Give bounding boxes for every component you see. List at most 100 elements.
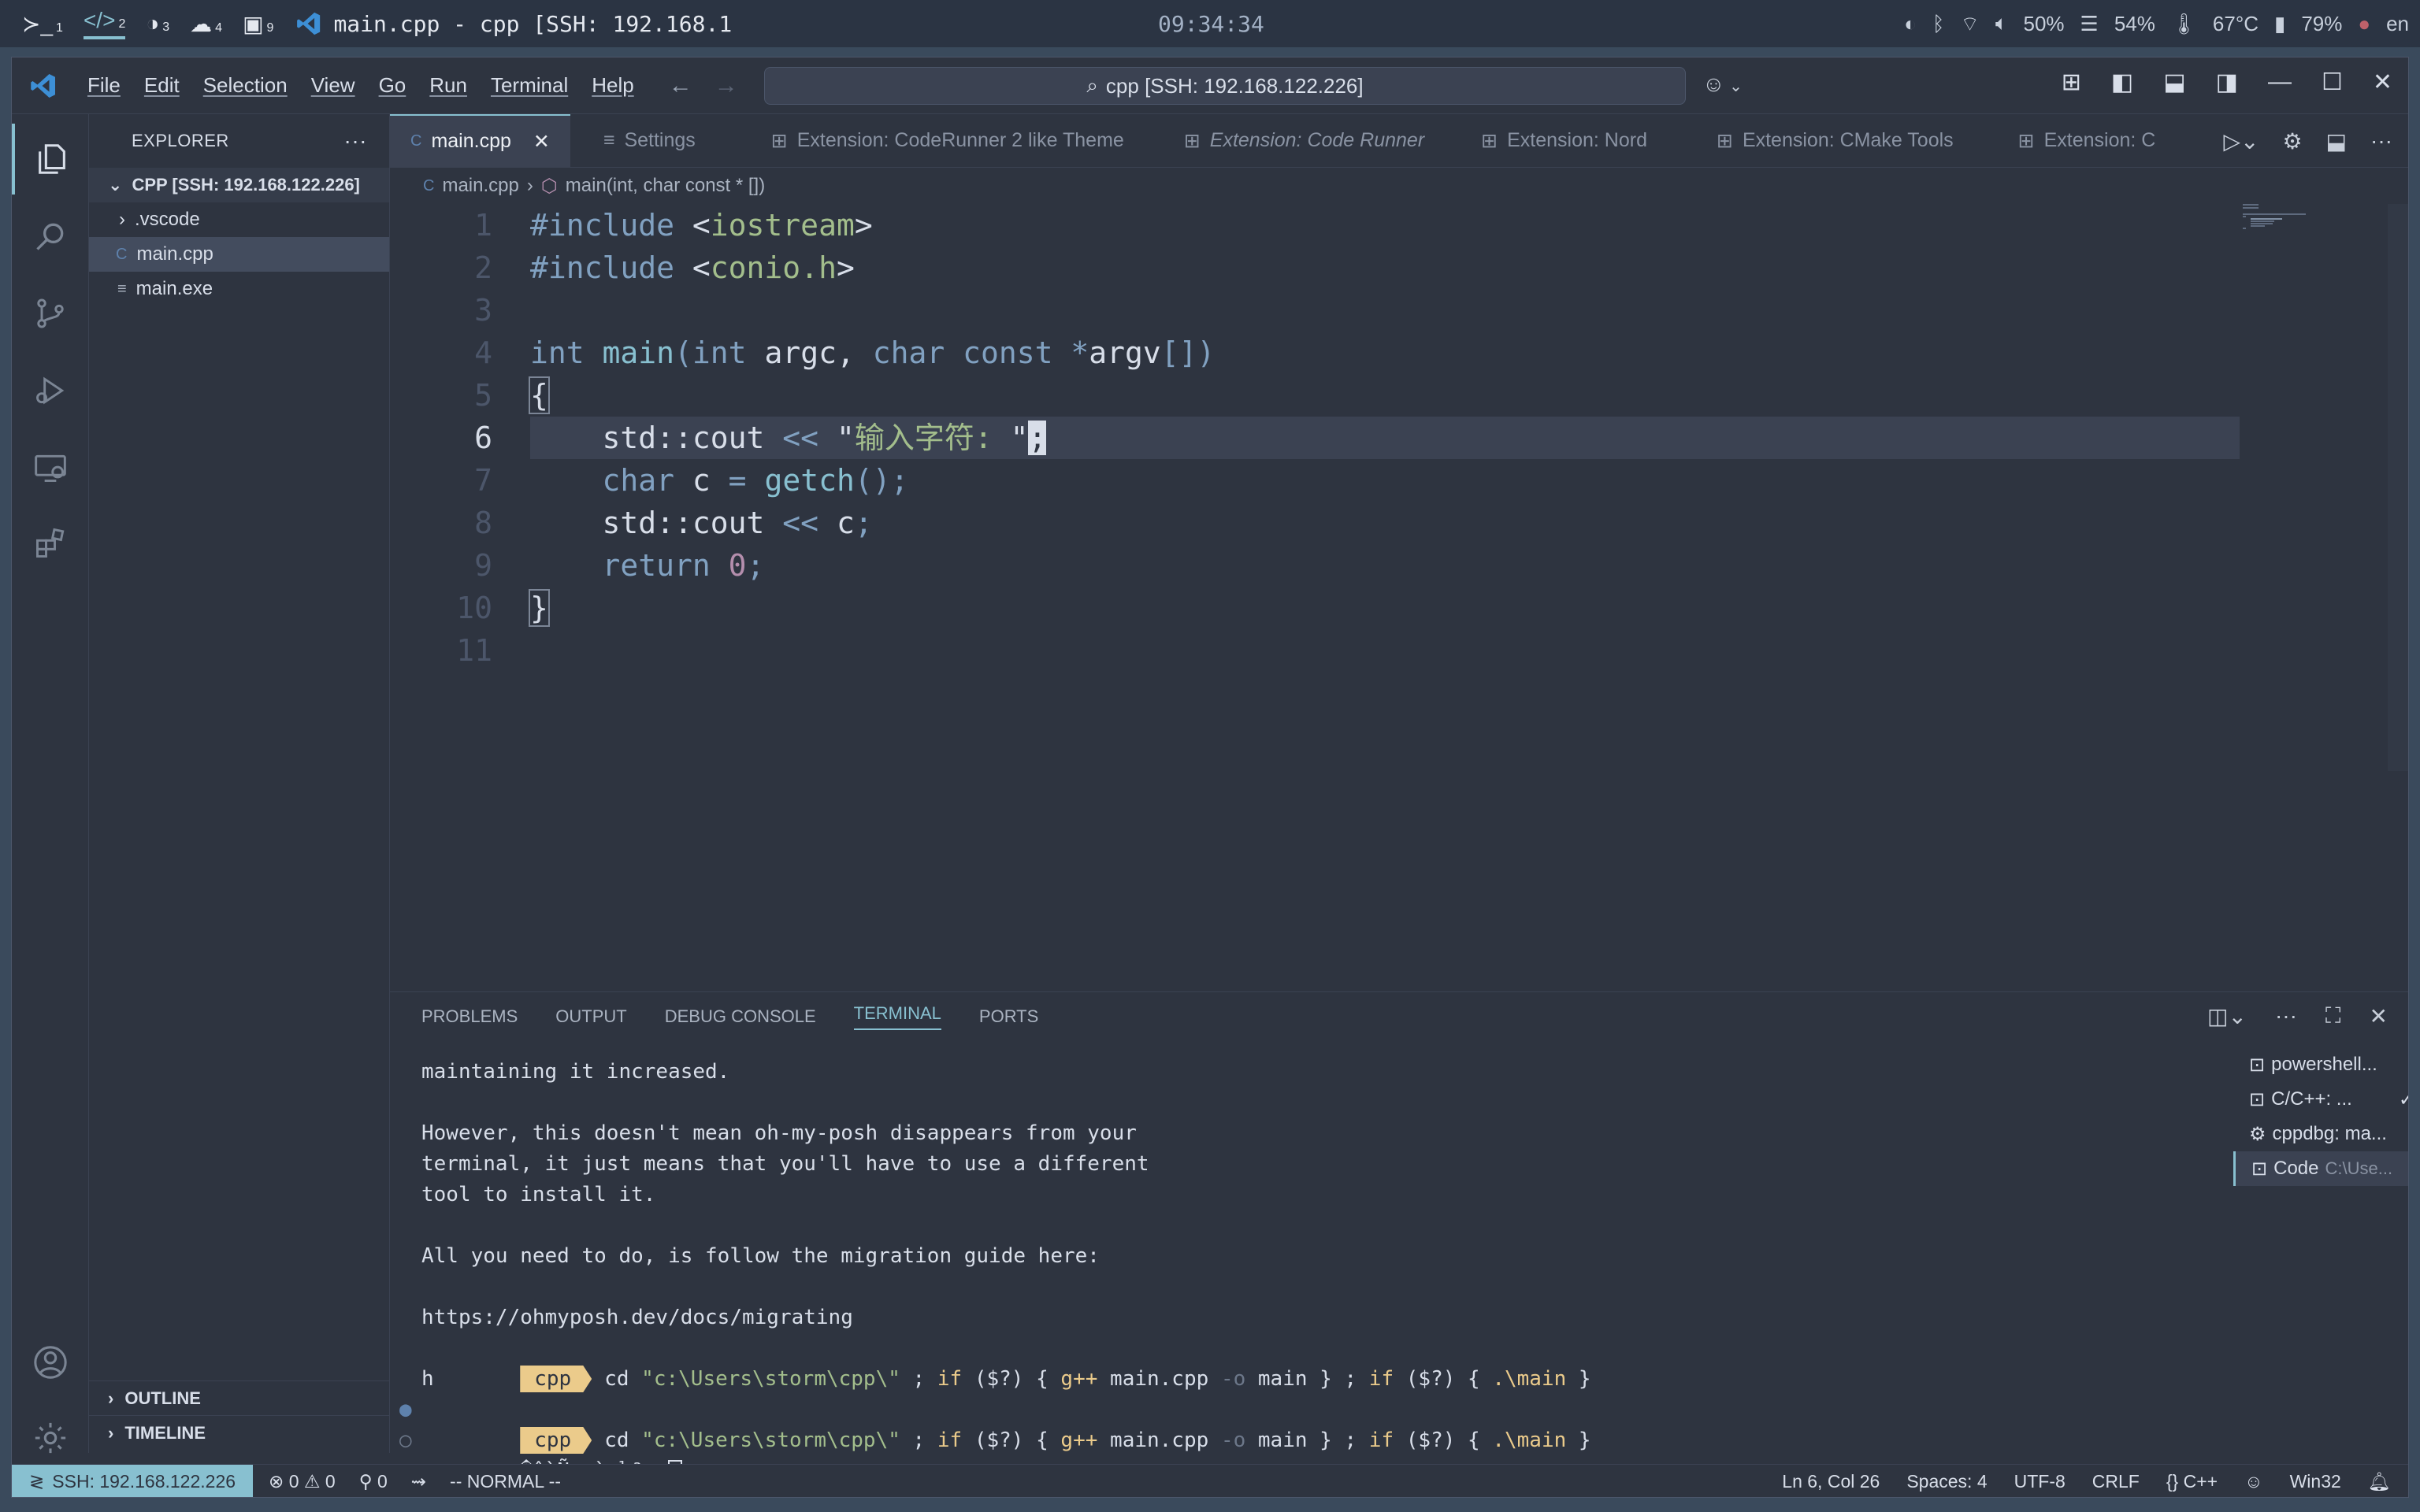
close-window-icon[interactable]: ✕ xyxy=(2373,69,2392,96)
tree-item-main-cpp[interactable]: C main.cpp xyxy=(89,237,389,272)
menu-view[interactable]: View xyxy=(311,73,355,98)
code-line[interactable]: std::cout << "输入字符: "; xyxy=(530,417,1047,459)
code-line[interactable]: #include <conio.h> xyxy=(530,246,855,289)
minimap[interactable] xyxy=(2243,204,2345,251)
wifi-icon[interactable]: ⌔ xyxy=(1960,11,1979,37)
tab-extension-coderunner-theme[interactable]: ⊞ Extension: CodeRunner 2 like Theme xyxy=(716,114,1145,167)
menu-run[interactable]: Run xyxy=(429,73,467,98)
tab-terminal[interactable]: TERMINAL xyxy=(853,1003,941,1030)
accounts-icon[interactable] xyxy=(12,1327,89,1398)
tab-extension-cmake-tools[interactable]: ⊞ Extension: CMake Tools xyxy=(1668,114,1974,167)
code-line[interactable]: } xyxy=(529,587,550,629)
bell-icon[interactable]: 🔔︎ xyxy=(2368,1471,2391,1492)
outline-section[interactable]: › OUTLINE xyxy=(89,1380,389,1415)
explorer-icon[interactable] xyxy=(12,124,89,195)
toggle-sidebar-icon[interactable]: ◧ xyxy=(2111,69,2133,96)
maximize-icon[interactable]: ☐ xyxy=(2322,69,2343,96)
code-token: c xyxy=(836,506,855,540)
problems-indicator[interactable]: ⊗ 0 ⚠ 0 xyxy=(269,1471,336,1492)
copilot-button[interactable]: ☺ ⌄ xyxy=(1702,72,1743,97)
close-icon[interactable]: ✕ xyxy=(533,130,550,154)
remote-indicator[interactable]: ≷ SSH: 192.168.122.226 xyxy=(12,1464,254,1497)
menu-file[interactable]: File xyxy=(87,73,121,98)
code-line[interactable]: { xyxy=(529,374,550,417)
editor-scrollbar[interactable] xyxy=(2388,204,2408,771)
close-panel-icon[interactable]: ✕ xyxy=(2370,1003,2388,1029)
line-ending[interactable]: CRLF xyxy=(2092,1471,2140,1492)
run-icon[interactable]: ⇝ xyxy=(411,1471,426,1492)
cursor-position[interactable]: Ln 6, Col 26 xyxy=(1782,1471,1880,1492)
breadcrumb-symbol[interactable]: main(int, char const * []) xyxy=(566,175,765,197)
code-editor[interactable]: 1 2 3 4 5 6 7 8 9 10 11 #include <iostream> #include… xyxy=(390,204,2375,676)
terminal-item-powershell[interactable]: ⊡ powershell... xyxy=(2233,1047,2408,1082)
workspace-root-folder[interactable]: ⌄ CPP [SSH: 192.168.122.226] xyxy=(89,168,389,202)
terminal-output[interactable]: maintaining it increased. However, this … xyxy=(399,1057,2265,1484)
tab-ports[interactable]: PORTS xyxy=(979,1006,1038,1027)
terminal-item-code[interactable]: ⊡ Code C:\Use... xyxy=(2233,1151,2408,1186)
language-indicator[interactable]: en xyxy=(2386,12,2409,36)
more-actions-icon[interactable]: ··· xyxy=(2275,1003,2297,1029)
source-control-icon[interactable] xyxy=(12,278,89,349)
terminal-input-line[interactable]: ○�ôàÑσ¡ùτ¼ª: xyxy=(399,1425,2265,1484)
ports-indicator[interactable]: ⚲ 0 xyxy=(359,1471,388,1492)
workspace-3[interactable]: ◑ 3 xyxy=(146,11,169,36)
tab-extension-c[interactable]: ⊞ Extension: C xyxy=(1974,114,2177,167)
toggle-panel-icon[interactable]: ⬓ xyxy=(2163,69,2185,96)
menu-selection[interactable]: Selection xyxy=(203,73,288,98)
breadcrumb-file[interactable]: main.cpp xyxy=(442,175,518,197)
tree-item-vscode-folder[interactable]: › .vscode xyxy=(89,202,389,237)
forward-arrow-icon[interactable]: → xyxy=(714,72,738,99)
minimize-icon[interactable]: — xyxy=(2268,69,2292,96)
code-line[interactable]: int main(int argc, char const *argv[]) xyxy=(530,332,1215,374)
gear-icon[interactable]: ⚙ xyxy=(2282,128,2302,154)
split-editor-icon[interactable]: ⬓ xyxy=(2326,128,2347,154)
menu-go[interactable]: Go xyxy=(379,73,406,98)
code-token: int xyxy=(692,335,765,370)
more-actions-icon[interactable]: ··· xyxy=(344,128,367,154)
run-debug-icon[interactable] xyxy=(12,355,89,426)
encoding[interactable]: UTF-8 xyxy=(2014,1471,2066,1492)
menu-help[interactable]: Help xyxy=(592,73,633,98)
remote-explorer-icon[interactable] xyxy=(12,432,89,503)
maximize-panel-icon[interactable]: ⛶ xyxy=(2325,1003,2341,1029)
language-mode[interactable]: {} C++ xyxy=(2166,1471,2218,1492)
menu-edit[interactable]: Edit xyxy=(144,73,180,98)
bluetooth-icon[interactable]: ᛒ xyxy=(1932,12,1945,36)
terminal-item-cpp[interactable]: ⊡ C/C++: ... ✓ xyxy=(2233,1082,2408,1117)
tab-extension-nord[interactable]: ⊞ Extension: Nord xyxy=(1445,114,1668,167)
tab-debug-console[interactable]: DEBUG CONSOLE xyxy=(665,1006,816,1027)
code-line[interactable]: return 0; xyxy=(530,544,765,587)
run-code-icon[interactable]: ▷⌄ xyxy=(2223,128,2259,154)
tree-item-label: main.exe xyxy=(135,278,213,299)
code-line[interactable]: #include <iostream> xyxy=(530,204,873,246)
line-number: 11 xyxy=(456,633,492,668)
platform[interactable]: Win32 xyxy=(2290,1471,2341,1492)
tab-extension-code-runner[interactable]: ⊞ Extension: Code Runner xyxy=(1145,114,1445,167)
tree-item-main-exe[interactable]: ≡ main.exe xyxy=(89,272,389,306)
menu-terminal[interactable]: Terminal xyxy=(491,73,568,98)
tab-problems[interactable]: PROBLEMS xyxy=(421,1006,518,1027)
volume-icon[interactable]: 🔈︎ xyxy=(1995,11,2008,36)
workspace-4[interactable]: ☁ 4 xyxy=(190,11,222,37)
workspace-2[interactable]: </> 2 xyxy=(83,8,126,39)
tab-output[interactable]: OUTPUT xyxy=(555,1006,626,1027)
copilot-status-icon[interactable]: ☺ xyxy=(2244,1471,2262,1492)
indentation[interactable]: Spaces: 4 xyxy=(1906,1471,1987,1492)
extensions-icon[interactable] xyxy=(12,508,89,579)
gear-icon[interactable] xyxy=(12,1403,89,1473)
more-actions-icon[interactable]: ··· xyxy=(2370,128,2392,154)
split-terminal-icon[interactable]: ◫⌄ xyxy=(2207,1003,2247,1029)
tab-settings[interactable]: ≡ Settings xyxy=(570,114,716,167)
workspace-9[interactable]: ▣ 9 xyxy=(243,11,273,37)
search-icon[interactable] xyxy=(12,201,89,272)
code-line[interactable]: char c = getch(); xyxy=(530,459,909,502)
toggle-secondary-sidebar-icon[interactable]: ◨ xyxy=(2216,69,2238,96)
code-line[interactable]: std::cout << c; xyxy=(530,502,873,544)
workspace-1[interactable]: ≻_ 1 xyxy=(22,11,63,37)
command-center[interactable]: ⌕ cpp [SSH: 192.168.122.226] xyxy=(764,67,1686,105)
back-arrow-icon[interactable]: ← xyxy=(669,72,692,99)
tab-main-cpp[interactable]: C main.cpp ✕ xyxy=(390,114,570,167)
timeline-section[interactable]: › TIMELINE xyxy=(89,1415,389,1450)
terminal-item-cppdbg[interactable]: ⚙ cppdbg: ma... xyxy=(2233,1117,2408,1151)
customize-layout-icon[interactable]: ⊞ xyxy=(2062,69,2081,96)
